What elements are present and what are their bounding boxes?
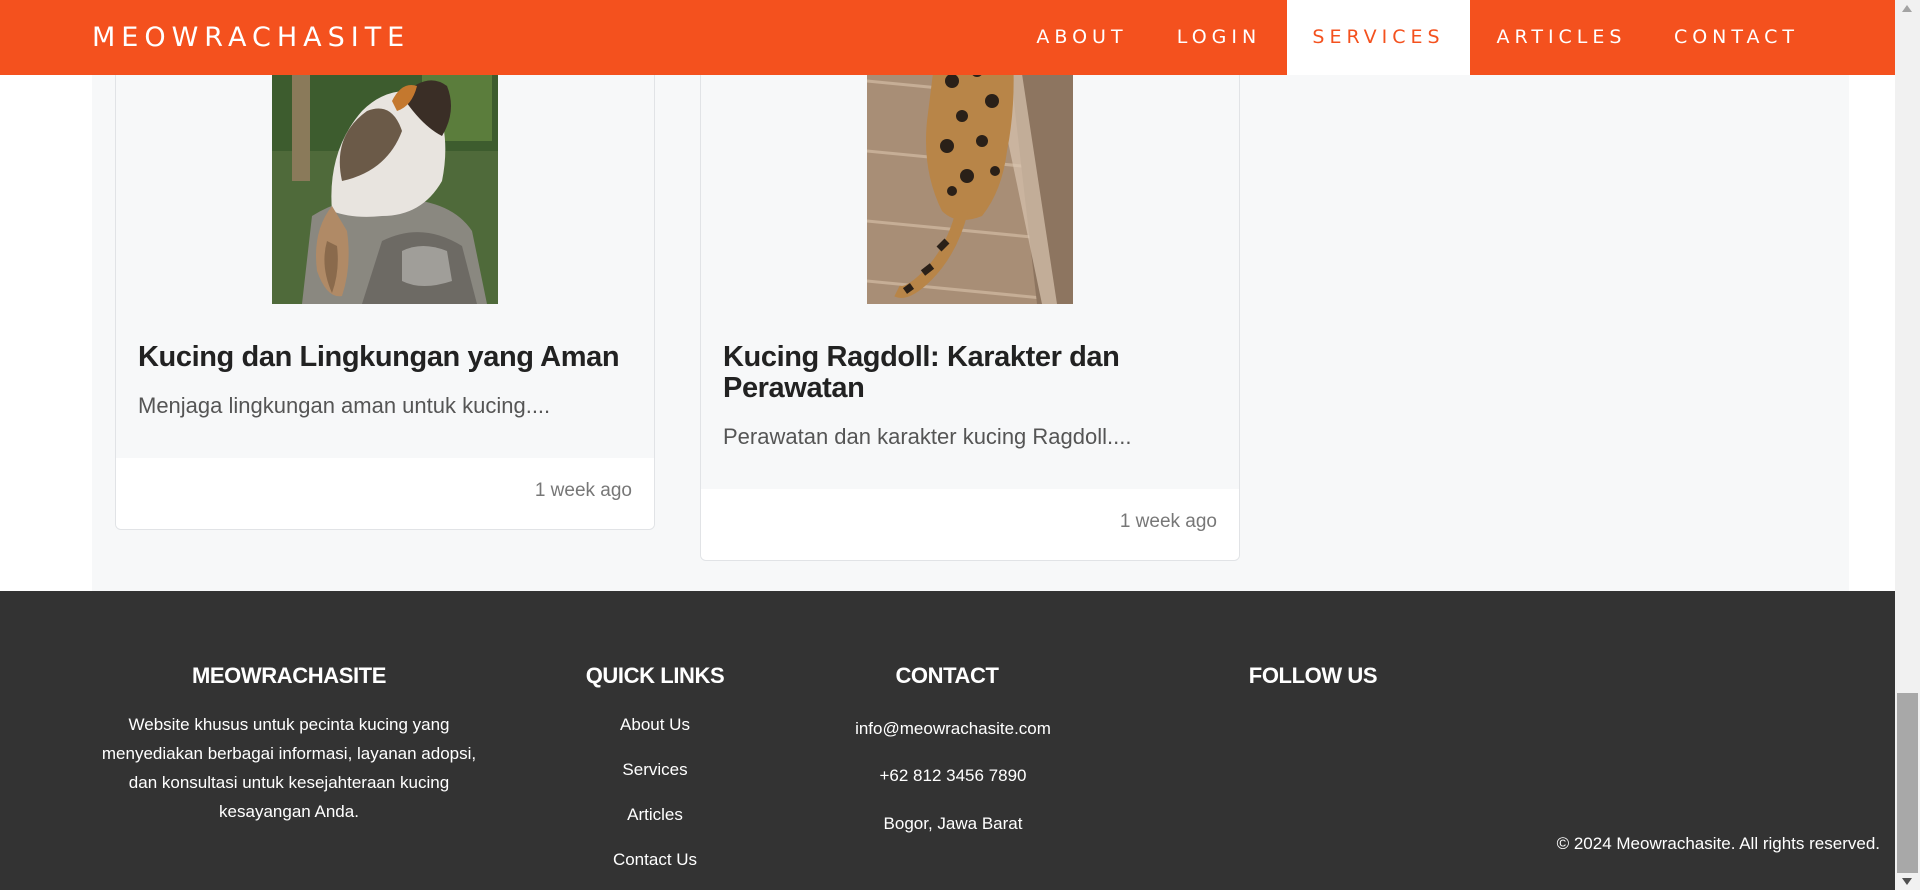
- footer-about-text: Website khusus untuk pecinta kucing yang…: [101, 715, 477, 821]
- navbar: MEOWRACHASITE ABOUT LOGIN SERVICES ARTIC…: [0, 0, 1895, 75]
- footer-contact-location: Bogor, Jawa Barat: [883, 814, 1023, 833]
- footer-link-about-us[interactable]: About Us: [555, 715, 755, 735]
- nav-item-services[interactable]: SERVICES: [1287, 0, 1470, 75]
- footer-contact-heading: CONTACT: [895, 663, 999, 688]
- article-title[interactable]: Kucing dan Lingkungan yang Aman: [138, 342, 638, 373]
- footer-link-contact-us[interactable]: Contact Us: [555, 850, 755, 870]
- footer-link-services[interactable]: Services: [555, 760, 755, 780]
- scrollbar-thumb[interactable]: [1897, 693, 1918, 873]
- footer-contact-email[interactable]: info@meowrachasite.com: [803, 714, 1103, 743]
- calico-cat-image: [272, 41, 498, 304]
- article-excerpt: Perawatan dan karakter kucing Ragdoll...…: [723, 424, 1132, 449]
- scroll-up-icon[interactable]: [1902, 5, 1912, 12]
- nav-item-login[interactable]: LOGIN: [1152, 0, 1286, 75]
- article-timestamp: 1 week ago: [1119, 511, 1217, 532]
- card-footer: 1 week ago: [701, 489, 1239, 560]
- scroll-down-icon[interactable]: [1902, 878, 1912, 885]
- footer-copyright: © 2024 Meowrachasite. All rights reserve…: [1556, 834, 1880, 853]
- page-scrollbar[interactable]: [1895, 0, 1920, 890]
- article-excerpt: Menjaga lingkungan aman untuk kucing....: [138, 393, 551, 418]
- footer-quick-links-heading: QUICK LINKS: [585, 663, 725, 688]
- card-footer: 1 week ago: [116, 458, 654, 529]
- site-footer: MEOWRACHASITE Website khusus untuk pecin…: [0, 591, 1895, 890]
- footer-contact-phone: +62 812 3456 7890: [879, 766, 1027, 785]
- article-card[interactable]: Kucing dan Lingkungan yang Aman Menjaga …: [115, 40, 655, 530]
- bengal-cat-image: [867, 41, 1073, 304]
- nav-item-contact[interactable]: CONTACT: [1653, 0, 1820, 75]
- article-card[interactable]: Kucing Ragdoll: Karakter dan Perawatan P…: [700, 40, 1240, 561]
- footer-link-articles[interactable]: Articles: [555, 805, 755, 825]
- nav-item-articles[interactable]: ARTICLES: [1470, 0, 1653, 75]
- footer-follow-heading: FOLLOW US: [1248, 663, 1378, 688]
- footer-about-heading: MEOWRACHASITE: [191, 663, 386, 688]
- brand-logo[interactable]: MEOWRACHASITE: [92, 0, 410, 75]
- nav-item-about[interactable]: ABOUT: [1012, 0, 1152, 75]
- article-timestamp: 1 week ago: [534, 480, 632, 501]
- article-title[interactable]: Kucing Ragdoll: Karakter dan Perawatan: [723, 342, 1223, 404]
